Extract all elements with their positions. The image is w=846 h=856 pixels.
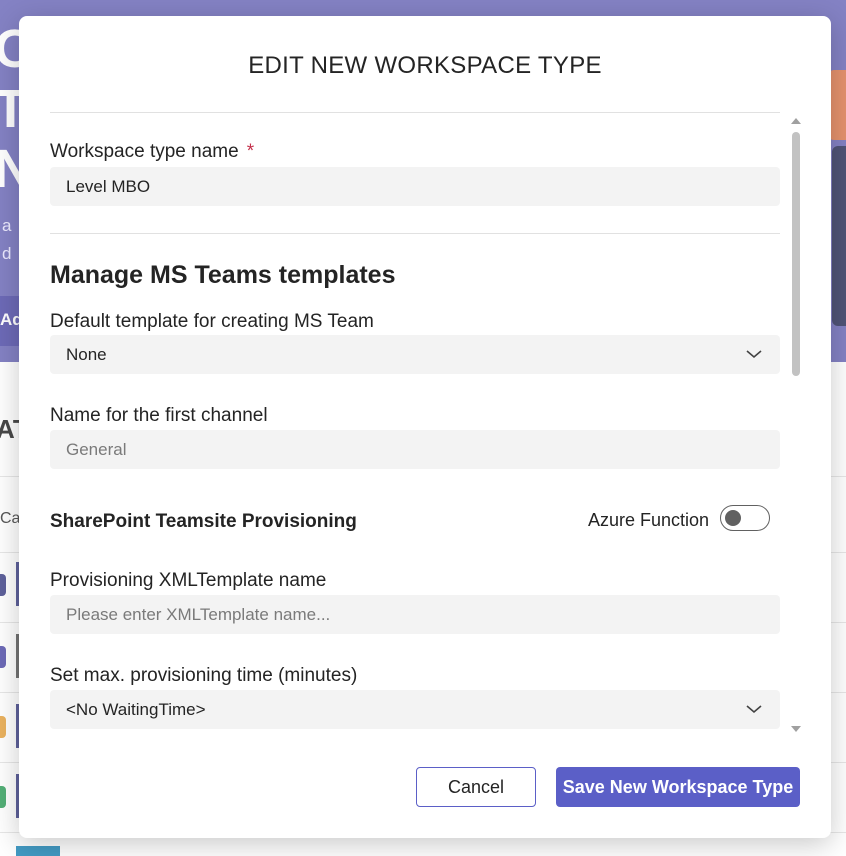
required-marker: * — [246, 141, 255, 162]
scroll-up-arrow-icon[interactable] — [791, 118, 801, 124]
azure-function-toggle[interactable] — [720, 505, 770, 531]
sharepoint-section-heading: SharePoint Teamsite Provisioning — [50, 511, 357, 532]
workspace-type-name-label: Workspace type name * — [50, 141, 254, 163]
default-template-select[interactable]: None — [50, 335, 780, 374]
first-channel-input[interactable] — [50, 430, 780, 469]
toggle-knob — [725, 510, 741, 526]
cancel-button[interactable]: Cancel — [416, 767, 536, 807]
edit-workspace-type-dialog: EDIT NEW WORKSPACE TYPE Workspace type n… — [19, 16, 831, 838]
xml-template-label: Provisioning XMLTemplate name — [50, 570, 327, 591]
xml-template-input[interactable] — [50, 595, 780, 634]
chevron-down-icon — [746, 705, 762, 714]
default-template-label: Default template for creating MS Team — [50, 311, 374, 332]
workspace-type-name-label-text: Workspace type name — [50, 141, 239, 162]
workspace-type-name-input[interactable] — [50, 167, 780, 206]
max-time-value: <No WaitingTime> — [66, 700, 206, 719]
scroll-down-arrow-icon[interactable] — [791, 726, 801, 732]
azure-function-label: Azure Function — [588, 510, 710, 530]
default-template-value: None — [66, 345, 107, 364]
scrollbar-thumb[interactable] — [792, 132, 800, 376]
section-divider — [50, 233, 780, 234]
max-time-select[interactable]: <No WaitingTime> — [50, 690, 780, 729]
first-channel-label: Name for the first channel — [50, 405, 268, 426]
dialog-scroll-area[interactable]: Workspace type name * Manage MS Teams tem… — [50, 113, 780, 733]
dialog-scrollbar[interactable] — [789, 116, 803, 732]
save-workspace-type-button[interactable]: Save New Workspace Type — [556, 767, 800, 807]
ms-teams-section-heading: Manage MS Teams templates — [50, 261, 396, 289]
chevron-down-icon — [746, 350, 762, 359]
max-time-label: Set max. provisioning time (minutes) — [50, 665, 358, 686]
dialog-title: EDIT NEW WORKSPACE TYPE — [248, 52, 602, 79]
